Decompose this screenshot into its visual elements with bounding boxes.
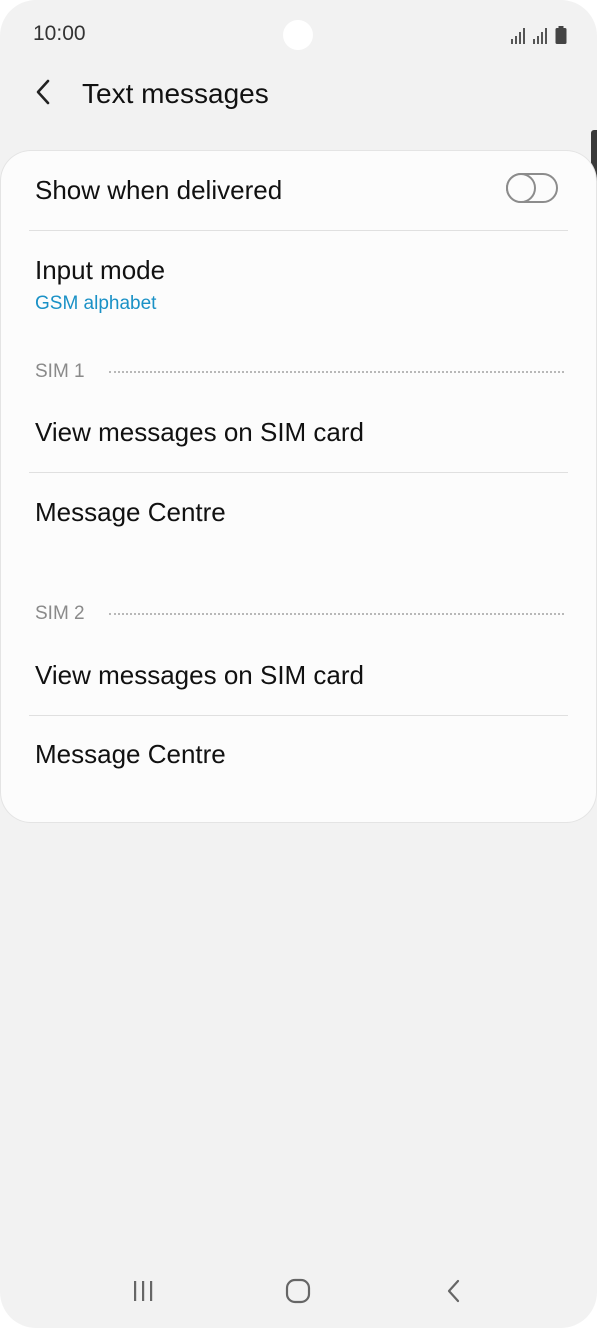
input-mode-value: GSM alphabet	[35, 293, 157, 314]
show-when-delivered-toggle[interactable]	[506, 173, 558, 203]
sim1-message-centre-row[interactable]: Message Centre	[1, 473, 596, 573]
section-divider	[108, 613, 564, 615]
app-header: Text messages	[0, 70, 597, 120]
input-mode-row[interactable]: Input mode GSM alphabet	[1, 231, 596, 331]
sim2-message-centre-label: Message Centre	[35, 739, 226, 769]
home-button[interactable]	[273, 1268, 323, 1318]
toggle-knob	[506, 173, 536, 203]
sim2-message-centre-row[interactable]: Message Centre	[1, 716, 596, 796]
sim1-section-header: SIM 1	[35, 360, 564, 384]
home-icon	[285, 1278, 311, 1309]
sim2-section-header: SIM 2	[35, 602, 564, 626]
sim1-section-label: SIM 1	[35, 361, 85, 382]
back-button[interactable]	[24, 74, 64, 114]
recent-apps-icon	[131, 1280, 155, 1307]
phone-screen: 10:00 Text messages Show when delivered …	[0, 0, 597, 1328]
recent-apps-button[interactable]	[118, 1268, 168, 1318]
sim2-section-label: SIM 2	[35, 603, 85, 624]
battery-icon	[555, 26, 567, 44]
page-title: Text messages	[82, 78, 269, 109]
sim2-view-messages-label: View messages on SIM card	[35, 660, 364, 690]
navigation-bar	[0, 1258, 597, 1328]
signal-sim1-icon	[511, 28, 527, 44]
status-bar: 10:00	[0, 0, 597, 70]
front-camera-cutout	[283, 20, 313, 50]
back-icon	[446, 1279, 462, 1308]
settings-card: Show when delivered Input mode GSM alpha…	[1, 151, 596, 822]
status-icons	[511, 24, 567, 44]
show-when-delivered-row[interactable]: Show when delivered	[1, 151, 596, 231]
section-divider	[108, 371, 564, 373]
sim1-message-centre-label: Message Centre	[35, 497, 226, 527]
nav-back-button[interactable]	[429, 1268, 479, 1318]
sim1-view-messages-label: View messages on SIM card	[35, 417, 364, 447]
status-time: 10:00	[33, 22, 86, 45]
sim1-view-messages-row[interactable]: View messages on SIM card	[1, 393, 596, 473]
signal-sim2-icon	[533, 28, 549, 44]
input-mode-label: Input mode	[35, 255, 166, 285]
chevron-left-icon	[34, 78, 54, 111]
sim2-view-messages-row[interactable]: View messages on SIM card	[1, 636, 596, 716]
show-when-delivered-label: Show when delivered	[35, 175, 283, 205]
